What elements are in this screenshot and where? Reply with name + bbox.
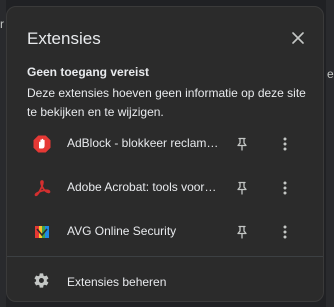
divider [7, 256, 323, 257]
extension-item-avg[interactable]: AVG Online Security [7, 212, 325, 252]
extensions-popup: Extensies Geen toegang vereist Deze exte… [6, 6, 324, 302]
more-options-button[interactable] [275, 222, 295, 242]
background-text-fragment: e [327, 67, 334, 81]
popup-title: Extensies [27, 29, 101, 48]
section-title: Geen toegang vereist [27, 65, 150, 79]
pin-icon [237, 137, 247, 151]
extension-name: AVG Online Security [67, 224, 177, 238]
manage-extensions-button[interactable]: Extensies beheren [7, 260, 323, 300]
background-window-right: e [326, 0, 334, 307]
gear-icon [34, 273, 49, 288]
extension-name: Adobe Acrobat: tools voor PDF bewerken [67, 180, 219, 194]
pin-button[interactable] [232, 134, 252, 154]
background-text-fragment: r [0, 17, 4, 31]
pin-icon [237, 181, 247, 195]
extension-name: AdBlock - blokkeer reclame en pop-ups [67, 136, 219, 150]
more-vert-icon [283, 137, 287, 151]
extension-item-adobe-acrobat[interactable]: Adobe Acrobat: tools voor PDF bewerken [7, 168, 325, 208]
more-vert-icon [283, 225, 287, 239]
pin-icon [237, 225, 247, 239]
more-options-button[interactable] [275, 134, 295, 154]
acrobat-icon [34, 180, 51, 197]
avg-icon [35, 226, 49, 238]
close-button[interactable] [287, 27, 309, 49]
extension-item-adblock[interactable]: AdBlock - blokkeer reclame en pop-ups [7, 124, 325, 164]
section-description: Deze extensies hoeven geen informatie op… [27, 86, 306, 119]
more-options-button[interactable] [275, 178, 295, 198]
pin-button[interactable] [232, 222, 252, 242]
close-icon [292, 32, 304, 44]
manage-extensions-label: Extensies beheren [67, 275, 167, 289]
more-vert-icon [283, 181, 287, 195]
adblock-icon [33, 135, 51, 153]
pin-button[interactable] [232, 178, 252, 198]
